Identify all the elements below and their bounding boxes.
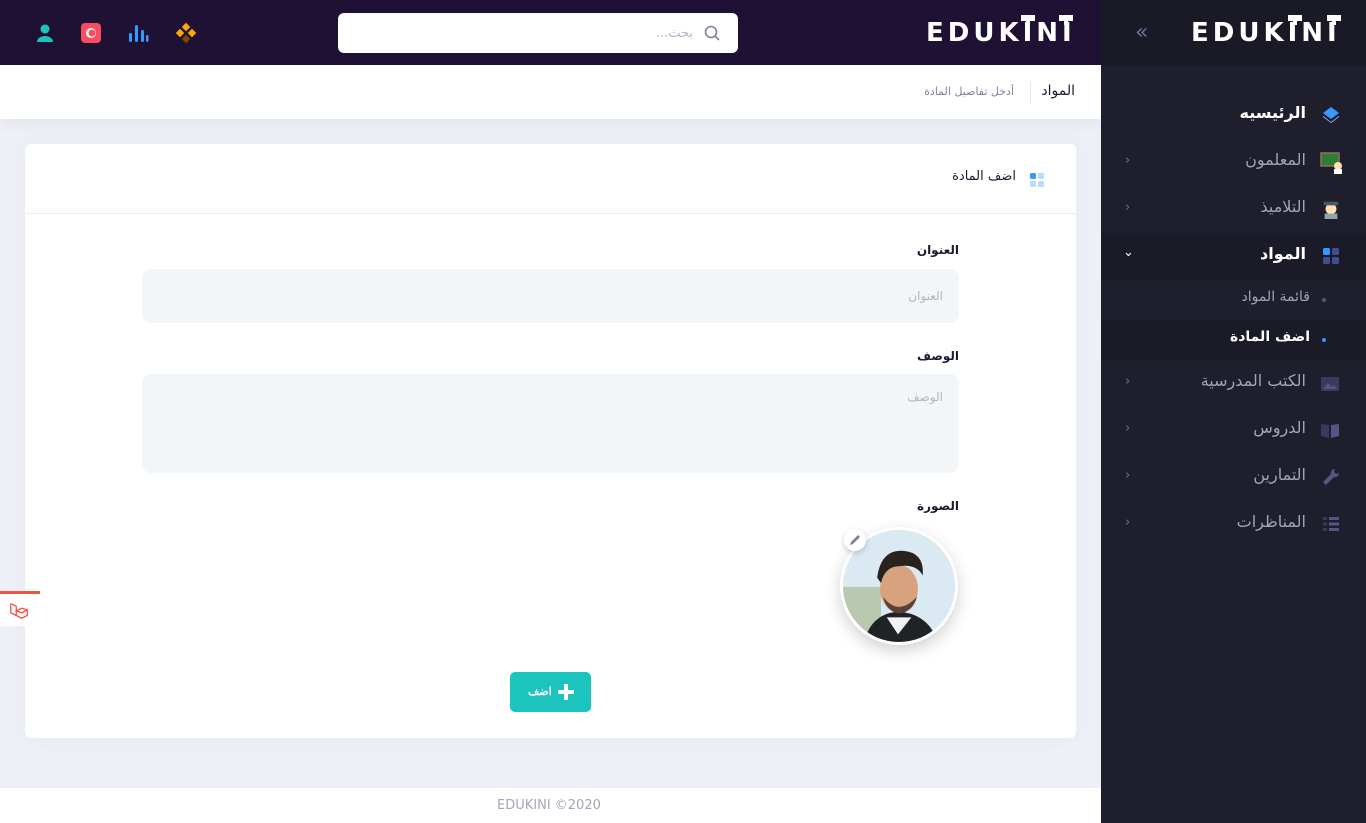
sidebar-item-label: الرئيسيه (1239, 103, 1307, 122)
sidebar-item-lessons[interactable]: الدروس ‹ (1101, 407, 1366, 454)
logo-cap-icon (1327, 15, 1341, 25)
picture-icon (1321, 377, 1339, 391)
user-icon[interactable] (34, 22, 56, 44)
sidebar-toggle-icon[interactable]: « (1135, 20, 1149, 45)
sidebar-item-debates[interactable]: المناظرات ‹ (1101, 501, 1366, 548)
page-description: أدخل تفاصيل المادة (924, 85, 1014, 98)
subheader: المواد أدخل تفاصيل المادة (0, 65, 1101, 119)
search-box (338, 13, 738, 53)
add-subject-button[interactable]: اضف (510, 672, 591, 712)
card-title: اضف المادة (952, 169, 1016, 184)
logo-cap-icon (1059, 15, 1073, 25)
bullet-icon (1322, 338, 1326, 342)
description-label: الوصف (916, 349, 959, 363)
sidebar-item-label: التلاميذ (1260, 197, 1307, 216)
title-label: العنوان (916, 243, 959, 257)
add-subject-card: اضف المادة العنوان الوصف الصورة اضف (25, 144, 1076, 738)
sidebar-item-label: الدروس (1253, 418, 1306, 437)
laravel-icon (10, 603, 29, 619)
sidebar-subitem-label: اضف المادة (1229, 329, 1310, 345)
sidebar-subitem-add-subject[interactable]: اضف المادة (1101, 320, 1366, 360)
chevron-left-icon: ‹ (1125, 468, 1131, 483)
logo-cap-icon (1021, 15, 1035, 25)
chevron-left-icon: ‹ (1125, 374, 1131, 389)
chevron-down-icon: ⌄ (1123, 245, 1134, 260)
title-input[interactable] (142, 269, 959, 323)
sidebar-item-label: الكتب المدرسية (1200, 371, 1306, 390)
grid-icon (1030, 173, 1044, 187)
apps-icon[interactable] (175, 22, 197, 44)
flag-icon[interactable] (80, 22, 102, 44)
sidebar-item-students[interactable]: التلاميذ ‹ (1101, 186, 1366, 233)
wrench-icon (1323, 468, 1340, 485)
chevron-left-icon: ‹ (1125, 153, 1131, 168)
teacher-icon (1320, 152, 1342, 174)
edit-image-button[interactable] (844, 529, 866, 551)
bullet-icon (1322, 298, 1326, 302)
chevron-left-icon: ‹ (1125, 200, 1131, 215)
list-icon (1323, 517, 1339, 531)
sidebar-item-label: التمارين (1253, 465, 1306, 484)
top-header: EDUKINI (0, 0, 1101, 65)
logo-cap-icon (1288, 15, 1302, 25)
sidebar-item-home[interactable]: الرئيسيه (1101, 92, 1366, 139)
sidebar-item-label: المواد (1260, 244, 1306, 263)
sidebar-subitem-label: قائمة المواد (1241, 289, 1310, 305)
book-icon (1321, 424, 1339, 438)
sidebar: « EDUKINI الرئيسيه المعلمون ‹ التلاميذ ‹… (1101, 0, 1366, 823)
sidebar-item-label: المناظرات (1236, 512, 1306, 531)
page-title: المواد (1041, 83, 1075, 99)
breadcrumb-separator (1030, 82, 1031, 104)
plus-icon (558, 684, 574, 700)
chevron-left-icon: ‹ (1125, 515, 1131, 530)
sidebar-brand: « EDUKINI (1101, 0, 1366, 65)
sidebar-item-exercises[interactable]: التمارين ‹ (1101, 454, 1366, 501)
layers-icon (1323, 107, 1339, 123)
footer-copyright: EDUKINI ©2020 (497, 798, 601, 813)
description-input[interactable] (142, 374, 959, 473)
debug-toolbar-button[interactable] (0, 591, 40, 626)
sidebar-item-teachers[interactable]: المعلمون ‹ (1101, 139, 1366, 186)
image-label: الصورة (917, 499, 959, 513)
chevron-left-icon: ‹ (1125, 421, 1131, 436)
student-icon (1323, 201, 1339, 219)
grid-icon (1323, 248, 1339, 264)
header-logo[interactable]: EDUKINI (926, 18, 1076, 48)
footer: EDUKINI ©2020 (0, 788, 1101, 823)
sidebar-logo[interactable]: EDUKINI (1191, 18, 1341, 48)
pencil-icon (850, 535, 860, 545)
card-header: اضف المادة (25, 144, 1076, 214)
sidebar-subitem-subjects-list[interactable]: قائمة المواد (1101, 280, 1366, 320)
add-button-label: اضف (528, 686, 552, 698)
sidebar-menu: الرئيسيه المعلمون ‹ التلاميذ ‹ المواد ⌄ … (1101, 92, 1366, 548)
sidebar-item-textbooks[interactable]: الكتب المدرسية ‹ (1101, 360, 1366, 407)
sidebar-item-label: المعلمون (1245, 150, 1306, 169)
sidebar-item-subjects[interactable]: المواد ⌄ (1101, 233, 1366, 280)
chart-bars-icon[interactable] (127, 22, 149, 44)
search-icon[interactable] (704, 25, 720, 41)
search-input[interactable] (348, 21, 693, 45)
